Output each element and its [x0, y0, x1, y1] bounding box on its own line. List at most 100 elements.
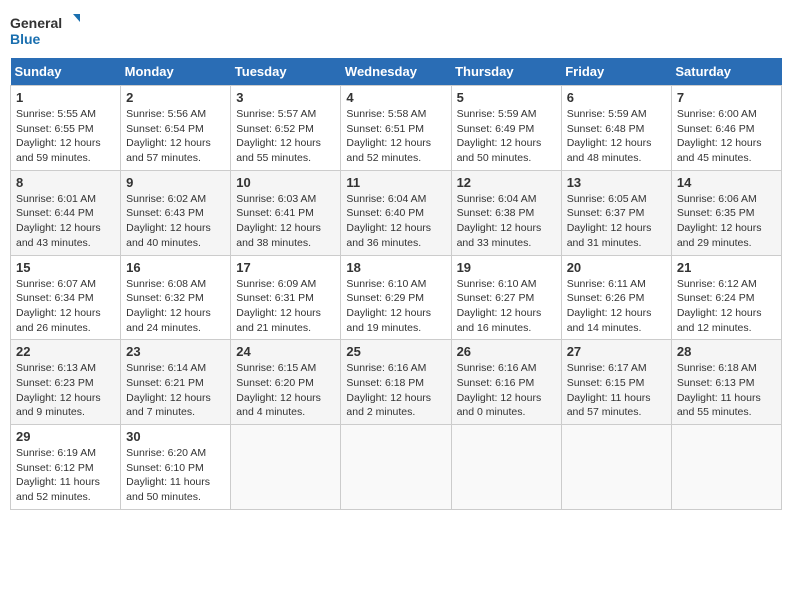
calendar-day-cell	[671, 425, 781, 510]
day-number: 15	[16, 260, 115, 275]
day-number: 20	[567, 260, 666, 275]
day-number: 18	[346, 260, 445, 275]
day-info: Sunrise: 5:59 AM Sunset: 6:48 PM Dayligh…	[567, 107, 666, 166]
calendar-day-cell	[451, 425, 561, 510]
day-info: Sunrise: 6:09 AM Sunset: 6:31 PM Dayligh…	[236, 277, 335, 336]
day-number: 8	[16, 175, 115, 190]
calendar-week-row: 29Sunrise: 6:19 AM Sunset: 6:12 PM Dayli…	[11, 425, 782, 510]
day-info: Sunrise: 6:16 AM Sunset: 6:18 PM Dayligh…	[346, 361, 445, 420]
calendar-table: SundayMondayTuesdayWednesdayThursdayFrid…	[10, 58, 782, 510]
calendar-day-cell: 20 Sunrise: 6:11 AM Sunset: 6:26 PM Dayli…	[561, 255, 671, 340]
calendar-day-cell: 9 Sunrise: 6:02 AM Sunset: 6:43 PM Daylig…	[121, 170, 231, 255]
day-number: 2	[126, 90, 225, 105]
calendar-day-cell: 24 Sunrise: 6:15 AM Sunset: 6:20 PM Dayli…	[231, 340, 341, 425]
day-info: Sunrise: 6:11 AM Sunset: 6:26 PM Dayligh…	[567, 277, 666, 336]
calendar-week-row: 22Sunrise: 6:13 AM Sunset: 6:23 PM Dayli…	[11, 340, 782, 425]
day-number: 28	[677, 344, 776, 359]
day-info: Sunrise: 6:04 AM Sunset: 6:38 PM Dayligh…	[457, 192, 556, 251]
calendar-day-cell	[341, 425, 451, 510]
logo-svg: General Blue	[10, 10, 80, 50]
day-info: Sunrise: 5:56 AM Sunset: 6:54 PM Dayligh…	[126, 107, 225, 166]
calendar-day-cell: 12 Sunrise: 6:04 AM Sunset: 6:38 PM Dayli…	[451, 170, 561, 255]
svg-text:General: General	[10, 15, 62, 31]
day-info: Sunrise: 6:17 AM Sunset: 6:15 PM Dayligh…	[567, 361, 666, 420]
calendar-week-row: 8 Sunrise: 6:01 AM Sunset: 6:44 PM Daylig…	[11, 170, 782, 255]
day-number: 24	[236, 344, 335, 359]
calendar-day-cell: 11 Sunrise: 6:04 AM Sunset: 6:40 PM Dayli…	[341, 170, 451, 255]
day-number: 29	[16, 429, 115, 444]
calendar-day-cell: 21 Sunrise: 6:12 AM Sunset: 6:24 PM Dayli…	[671, 255, 781, 340]
day-info: Sunrise: 6:03 AM Sunset: 6:41 PM Dayligh…	[236, 192, 335, 251]
day-info: Sunrise: 6:06 AM Sunset: 6:35 PM Dayligh…	[677, 192, 776, 251]
day-number: 30	[126, 429, 225, 444]
calendar-day-cell: 25 Sunrise: 6:16 AM Sunset: 6:18 PM Dayli…	[341, 340, 451, 425]
calendar-day-cell	[231, 425, 341, 510]
day-number: 16	[126, 260, 225, 275]
calendar-day-cell	[561, 425, 671, 510]
day-info: Sunrise: 6:15 AM Sunset: 6:20 PM Dayligh…	[236, 361, 335, 420]
calendar-day-cell: 2 Sunrise: 5:56 AM Sunset: 6:54 PM Daylig…	[121, 86, 231, 171]
calendar-day-cell: 27 Sunrise: 6:17 AM Sunset: 6:15 PM Dayli…	[561, 340, 671, 425]
calendar-day-cell: 8 Sunrise: 6:01 AM Sunset: 6:44 PM Daylig…	[11, 170, 121, 255]
day-info: Sunrise: 6:12 AM Sunset: 6:24 PM Dayligh…	[677, 277, 776, 336]
page-header: General Blue	[10, 10, 782, 50]
calendar-day-cell: 13 Sunrise: 6:05 AM Sunset: 6:37 PM Dayli…	[561, 170, 671, 255]
column-header-saturday: Saturday	[671, 58, 781, 86]
day-info: Sunrise: 6:01 AM Sunset: 6:44 PM Dayligh…	[16, 192, 115, 251]
day-number: 23	[126, 344, 225, 359]
calendar-day-cell: 30 Sunrise: 6:20 AM Sunset: 6:10 PM Dayli…	[121, 425, 231, 510]
calendar-day-cell: 28 Sunrise: 6:18 AM Sunset: 6:13 PM Dayli…	[671, 340, 781, 425]
calendar-day-cell: 6Sunrise: 5:59 AM Sunset: 6:48 PM Daylig…	[561, 86, 671, 171]
day-number: 12	[457, 175, 556, 190]
calendar-week-row: 1 Sunrise: 5:55 AM Sunset: 6:55 PM Daylig…	[11, 86, 782, 171]
day-number: 1	[16, 90, 115, 105]
calendar-day-cell: 5 Sunrise: 5:59 AM Sunset: 6:49 PM Daylig…	[451, 86, 561, 171]
day-number: 5	[457, 90, 556, 105]
day-info: Sunrise: 6:20 AM Sunset: 6:10 PM Dayligh…	[126, 446, 225, 505]
day-number: 11	[346, 175, 445, 190]
calendar-week-row: 15 Sunrise: 6:07 AM Sunset: 6:34 PM Dayli…	[11, 255, 782, 340]
calendar-day-cell: 7Sunrise: 6:00 AM Sunset: 6:46 PM Daylig…	[671, 86, 781, 171]
day-info: Sunrise: 6:00 AM Sunset: 6:46 PM Dayligh…	[677, 107, 776, 166]
day-number: 10	[236, 175, 335, 190]
calendar-day-cell: 4 Sunrise: 5:58 AM Sunset: 6:51 PM Daylig…	[341, 86, 451, 171]
day-number: 14	[677, 175, 776, 190]
day-info: Sunrise: 6:05 AM Sunset: 6:37 PM Dayligh…	[567, 192, 666, 251]
calendar-day-cell: 26 Sunrise: 6:16 AM Sunset: 6:16 PM Dayli…	[451, 340, 561, 425]
calendar-day-cell: 23Sunrise: 6:14 AM Sunset: 6:21 PM Dayli…	[121, 340, 231, 425]
day-number: 9	[126, 175, 225, 190]
calendar-day-cell: 10 Sunrise: 6:03 AM Sunset: 6:41 PM Dayli…	[231, 170, 341, 255]
calendar-day-cell: 14 Sunrise: 6:06 AM Sunset: 6:35 PM Dayli…	[671, 170, 781, 255]
day-number: 17	[236, 260, 335, 275]
logo: General Blue	[10, 10, 80, 50]
column-header-sunday: Sunday	[11, 58, 121, 86]
day-info: Sunrise: 6:04 AM Sunset: 6:40 PM Dayligh…	[346, 192, 445, 251]
day-number: 4	[346, 90, 445, 105]
day-info: Sunrise: 5:57 AM Sunset: 6:52 PM Dayligh…	[236, 107, 335, 166]
calendar-day-cell: 16Sunrise: 6:08 AM Sunset: 6:32 PM Dayli…	[121, 255, 231, 340]
day-info: Sunrise: 5:55 AM Sunset: 6:55 PM Dayligh…	[16, 107, 115, 166]
day-number: 13	[567, 175, 666, 190]
calendar-day-cell: 15 Sunrise: 6:07 AM Sunset: 6:34 PM Dayli…	[11, 255, 121, 340]
day-info: Sunrise: 5:59 AM Sunset: 6:49 PM Dayligh…	[457, 107, 556, 166]
calendar-day-cell: 18 Sunrise: 6:10 AM Sunset: 6:29 PM Dayli…	[341, 255, 451, 340]
column-header-thursday: Thursday	[451, 58, 561, 86]
calendar-day-cell: 1 Sunrise: 5:55 AM Sunset: 6:55 PM Daylig…	[11, 86, 121, 171]
day-info: Sunrise: 6:18 AM Sunset: 6:13 PM Dayligh…	[677, 361, 776, 420]
day-number: 27	[567, 344, 666, 359]
column-header-monday: Monday	[121, 58, 231, 86]
day-info: Sunrise: 5:58 AM Sunset: 6:51 PM Dayligh…	[346, 107, 445, 166]
day-number: 25	[346, 344, 445, 359]
day-number: 21	[677, 260, 776, 275]
day-number: 19	[457, 260, 556, 275]
day-info: Sunrise: 6:02 AM Sunset: 6:43 PM Dayligh…	[126, 192, 225, 251]
column-header-friday: Friday	[561, 58, 671, 86]
day-info: Sunrise: 6:10 AM Sunset: 6:29 PM Dayligh…	[346, 277, 445, 336]
calendar-header-row: SundayMondayTuesdayWednesdayThursdayFrid…	[11, 58, 782, 86]
column-header-tuesday: Tuesday	[231, 58, 341, 86]
day-info: Sunrise: 6:16 AM Sunset: 6:16 PM Dayligh…	[457, 361, 556, 420]
day-number: 26	[457, 344, 556, 359]
svg-text:Blue: Blue	[10, 31, 41, 47]
calendar-day-cell: 19Sunrise: 6:10 AM Sunset: 6:27 PM Dayli…	[451, 255, 561, 340]
day-info: Sunrise: 6:07 AM Sunset: 6:34 PM Dayligh…	[16, 277, 115, 336]
